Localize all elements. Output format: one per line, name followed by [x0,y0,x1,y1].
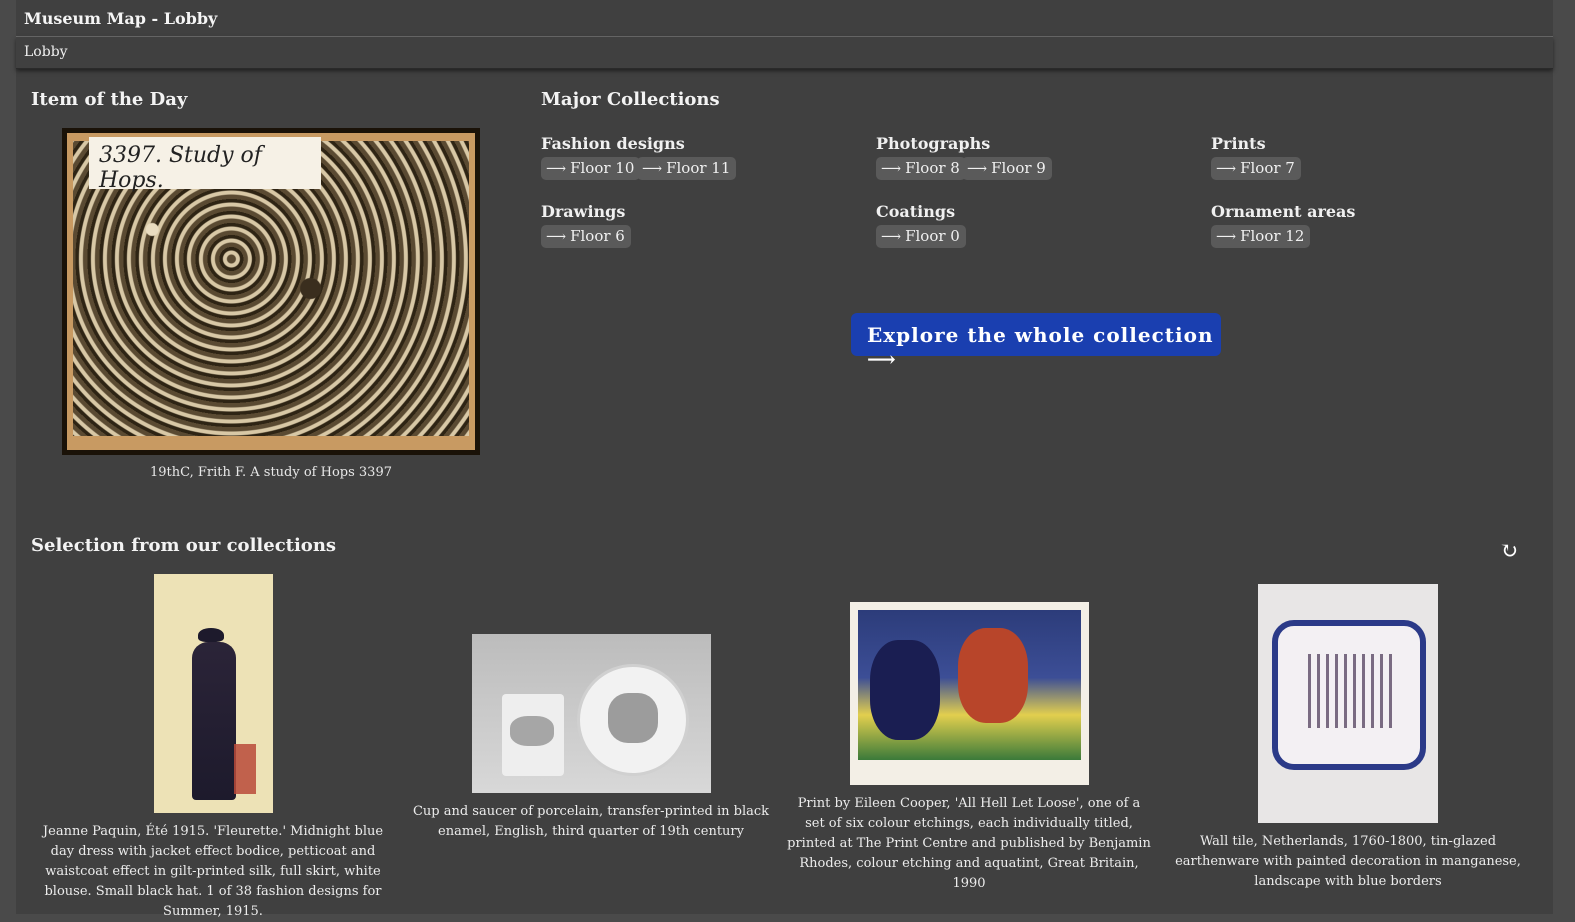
selection-caption: Print by Eileen Cooper, 'All Hell Let Lo… [787,796,1151,891]
floor-chip-9[interactable]: ⟶ Floor 9 [962,157,1052,180]
floor-chip-label: Floor 8 [905,159,960,177]
floor-chip-label: Floor 11 [666,159,731,177]
breadcrumb-item-lobby[interactable]: Lobby [24,44,68,60]
selection-caption: Jeanne Paquin, Été 1915. 'Fleurette.' Mi… [42,824,384,919]
floor-chip-label: Floor 10 [570,159,635,177]
major-collections-heading: Major Collections [541,89,720,110]
item-of-the-day-heading: Item of the Day [31,89,188,110]
collection-title-fashion-designs: Fashion designs [541,134,685,153]
app-window: Museum Map - Lobby Lobby Item of the Day… [16,0,1553,919]
floor-chip-label: Floor 7 [1240,159,1295,177]
floor-chip-label: Floor 0 [905,227,960,245]
collection-title-drawings: Drawings [541,202,626,221]
selection-heading: Selection from our collections [31,535,337,556]
floor-chip-7[interactable]: ⟶ Floor 7 [1211,157,1301,180]
selection-image-wall-tile[interactable] [1258,584,1438,823]
collection-title-photographs: Photographs [876,134,991,153]
explore-collection-button[interactable]: Explore the whole collection ⟶ [851,313,1221,371]
refresh-icon[interactable]: ↻ [1497,540,1521,564]
selection-caption: Wall tile, Netherlands, 1760-1800, tin-g… [1175,834,1521,889]
floor-chip-0[interactable]: ⟶ Floor 0 [876,225,966,248]
title-bar: Museum Map - Lobby [16,0,1553,37]
item-of-the-day-caption: 19thC, Frith F. A study of Hops 3397 [150,465,392,480]
image-label-card: 3397. Study of Hops. [89,137,321,193]
selection-image-fashion-design[interactable] [154,574,273,813]
floor-chip-10[interactable]: ⟶ Floor 10 [541,157,641,180]
arrow-icon: ⟶ [881,229,902,245]
breadcrumb: Lobby [16,37,1553,69]
arrow-icon: ⟶ [546,229,567,245]
collection-title-prints: Prints [1211,134,1266,153]
arrow-icon: ⟶ [546,161,567,177]
floor-chip-12[interactable]: ⟶ Floor 12 [1211,225,1311,248]
item-of-the-day-image[interactable]: 3397. Study of Hops. [62,128,480,455]
floor-chip-11[interactable]: ⟶ Floor 11 [637,157,737,180]
arrow-icon: ⟶ [642,161,663,177]
arrow-icon: ⟶ [967,161,988,177]
collection-title-ornament-areas: Ornament areas [1211,202,1356,221]
floor-chip-6[interactable]: ⟶ Floor 6 [541,225,631,248]
selection-image-cup-and-saucer[interactable] [472,634,711,793]
selection-image-print[interactable] [850,602,1089,785]
floor-chip-8[interactable]: ⟶ Floor 8 [876,157,966,180]
floor-chip-label: Floor 12 [1240,227,1305,245]
floor-chip-label: Floor 6 [570,227,625,245]
window-title: Museum Map - Lobby [24,9,218,28]
arrow-icon: ⟶ [1216,229,1237,245]
floor-chip-label: Floor 9 [991,159,1046,177]
arrow-icon: ⟶ [1216,161,1237,177]
collection-title-coatings: Coatings [876,202,956,221]
arrow-icon: ⟶ [881,161,902,177]
selection-caption: Cup and saucer of porcelain, transfer-pr… [412,804,770,839]
